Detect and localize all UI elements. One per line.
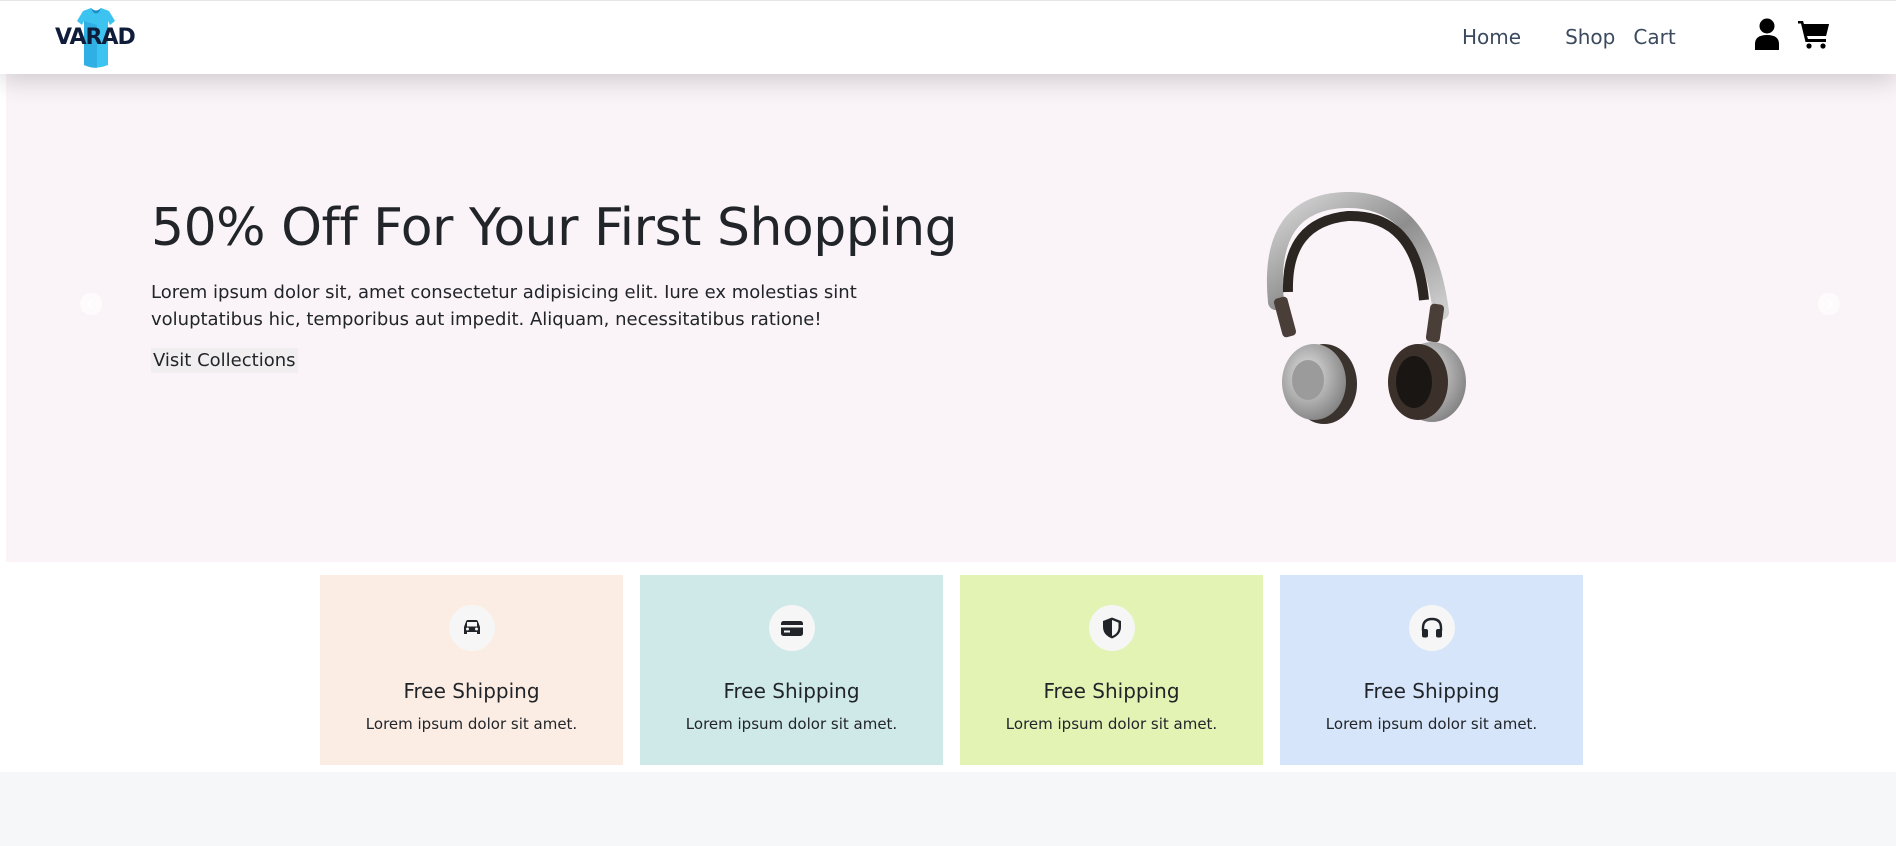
feature-text: Lorem ipsum dolor sit amet. bbox=[1325, 715, 1538, 733]
brand-logo[interactable]: VARAD bbox=[55, 7, 141, 71]
feature-card: Free Shipping Lorem ipsum dolor sit amet… bbox=[960, 575, 1263, 765]
chevron-left-icon bbox=[86, 298, 94, 310]
feature-card: Free Shipping Lorem ipsum dolor sit amet… bbox=[320, 575, 623, 765]
navbar: VARAD Home Shop Cart bbox=[0, 0, 1896, 74]
feature-title: Free Shipping bbox=[1043, 679, 1180, 703]
cart-icon[interactable] bbox=[1798, 19, 1830, 49]
visit-collections-button[interactable]: Visit Collections bbox=[151, 348, 298, 373]
feature-icon-circle bbox=[1089, 605, 1135, 651]
chevron-right-icon bbox=[1826, 298, 1834, 310]
features-section: Free Shipping Lorem ipsum dolor sit amet… bbox=[320, 575, 1584, 765]
headphones-icon bbox=[1421, 617, 1443, 638]
user-icon[interactable] bbox=[1755, 18, 1779, 50]
feature-icon-circle bbox=[769, 605, 815, 651]
feature-icon-circle bbox=[1409, 605, 1455, 651]
feature-icon-circle bbox=[449, 605, 495, 651]
feature-card: Free Shipping Lorem ipsum dolor sit amet… bbox=[1280, 575, 1583, 765]
feature-text: Lorem ipsum dolor sit amet. bbox=[365, 715, 578, 733]
nav-links: Home Shop Cart bbox=[1462, 25, 1676, 49]
carousel-next-button[interactable] bbox=[1818, 293, 1840, 315]
nav-cart-link[interactable]: Cart bbox=[1633, 25, 1675, 49]
credit-card-icon bbox=[781, 621, 803, 636]
feature-card: Free Shipping Lorem ipsum dolor sit amet… bbox=[640, 575, 943, 765]
feature-title: Free Shipping bbox=[1363, 679, 1500, 703]
feature-text: Lorem ipsum dolor sit amet. bbox=[685, 715, 898, 733]
carousel-prev-button[interactable] bbox=[80, 293, 102, 315]
feature-title: Free Shipping bbox=[403, 679, 540, 703]
feature-title: Free Shipping bbox=[723, 679, 860, 703]
car-icon bbox=[464, 620, 480, 634]
nav-shop-link[interactable]: Shop bbox=[1565, 25, 1615, 49]
hero-description: Lorem ipsum dolor sit, amet consectetur … bbox=[151, 282, 857, 330]
brand-name: VARAD bbox=[55, 25, 136, 50]
hero-carousel: 50% Off For Your First Shopping Lorem ip… bbox=[6, 74, 1896, 562]
feature-text: Lorem ipsum dolor sit amet. bbox=[1005, 715, 1218, 733]
shield-icon bbox=[1103, 617, 1121, 639]
nav-home-link[interactable]: Home bbox=[1462, 25, 1521, 49]
headphones-image bbox=[1266, 192, 1466, 424]
footer-section bbox=[0, 772, 1896, 846]
hero-title: 50% Off For Your First Shopping bbox=[151, 198, 958, 258]
